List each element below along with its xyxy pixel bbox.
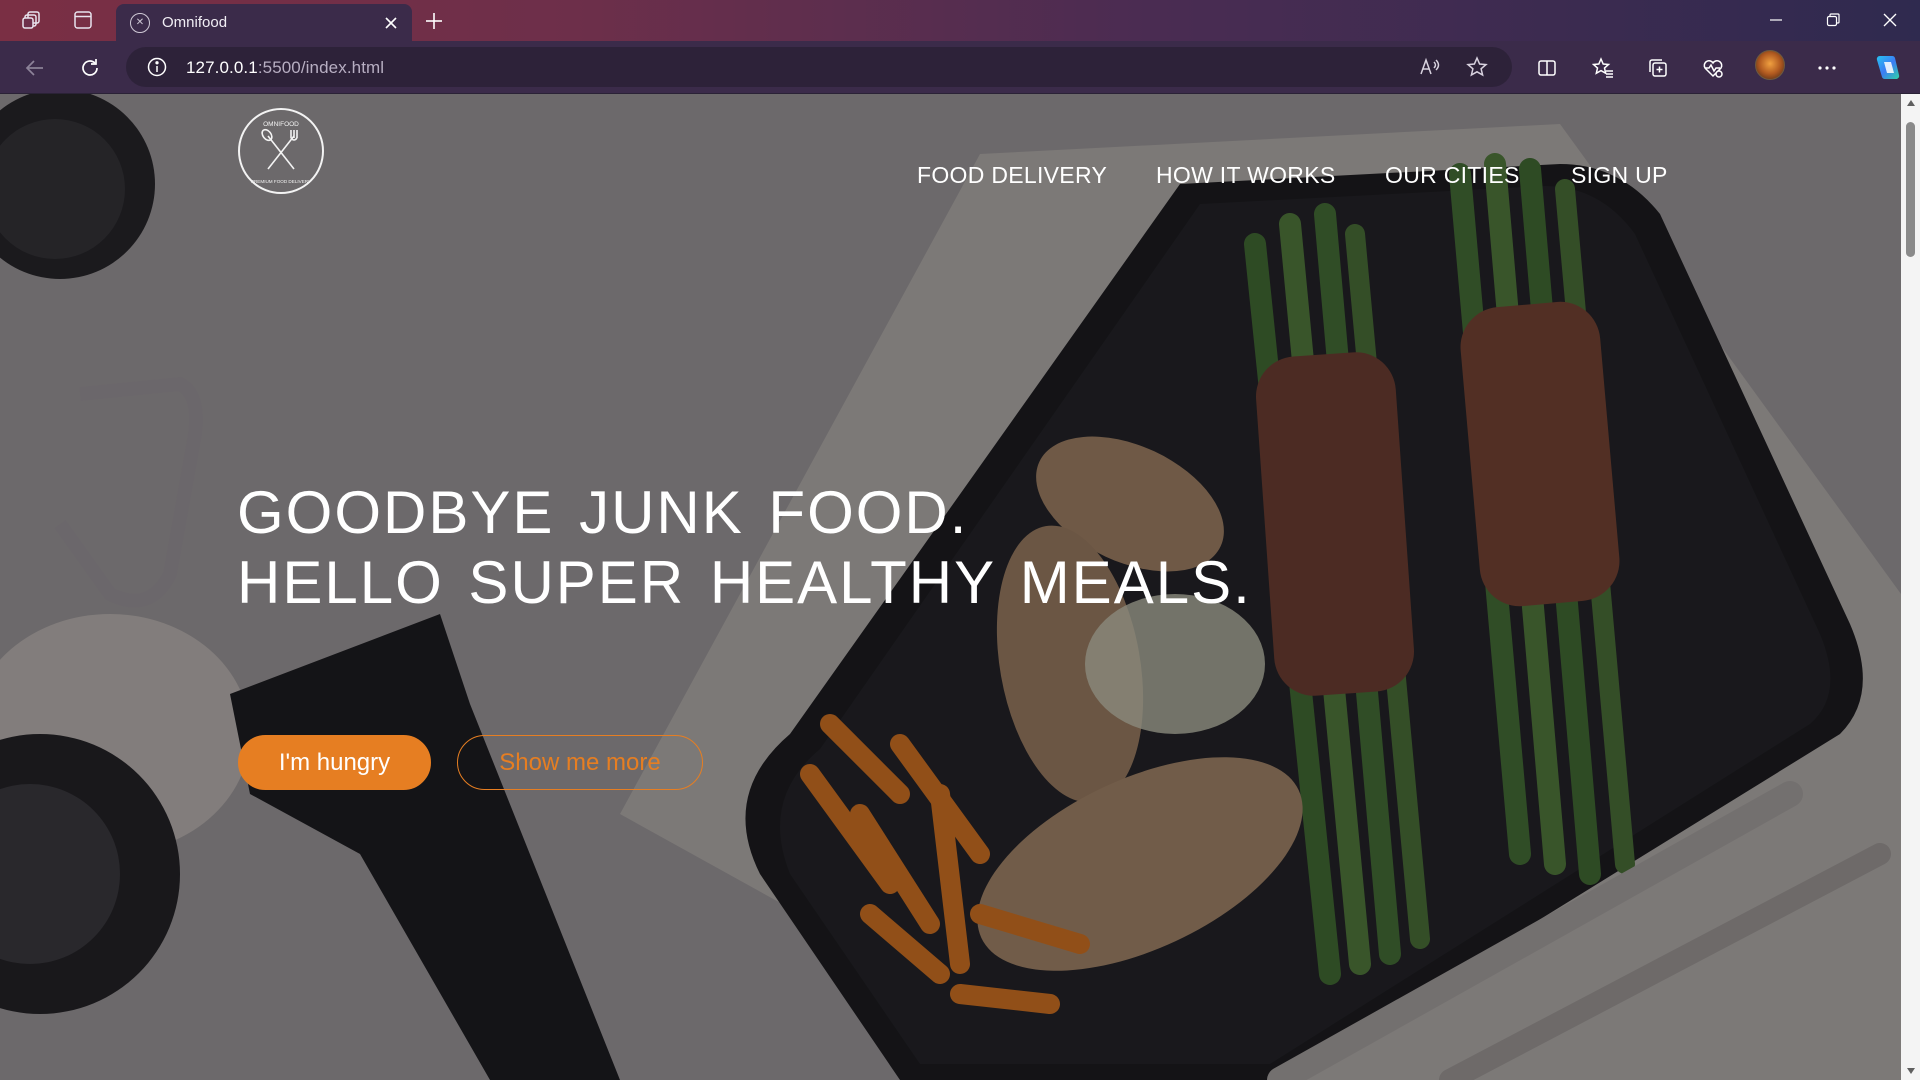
info-icon[interactable] [146, 56, 168, 83]
minimize-icon[interactable] [1748, 0, 1804, 40]
new-tab-icon[interactable] [420, 8, 448, 34]
scroll-up-arrow-icon[interactable] [1901, 94, 1920, 112]
collections-icon[interactable] [1643, 53, 1673, 83]
hero-heading: GOODBYE JUNK FOOD. HELLO SUPER HEALTHY M… [237, 478, 1252, 618]
url-host: 127.0.0.1 [186, 58, 258, 77]
favorites-icon[interactable] [1588, 53, 1618, 83]
tab-title: Omnifood [162, 14, 228, 31]
im-hungry-button[interactable]: I'm hungry [238, 735, 431, 790]
site-favicon-icon: ✕ [130, 12, 150, 33]
browser-tab-strip: ✕ Omnifood [0, 0, 1920, 41]
tab-actions-icon[interactable] [19, 8, 45, 32]
read-aloud-icon[interactable] [1418, 56, 1442, 83]
vertical-tabs-icon[interactable] [70, 8, 96, 32]
url-path: :5500/index.html [257, 58, 385, 77]
logo-top-text: OMNIFOOD [263, 121, 299, 128]
nav-how-it-works[interactable]: HOW IT WORKS [1156, 162, 1336, 189]
page-viewport: OMNIFOOD PREMIUM FOOD DELIVERY FOOD DELI… [0, 94, 1901, 1080]
profile-avatar[interactable] [1755, 50, 1785, 80]
tab-close-icon[interactable] [380, 12, 402, 34]
scrollbar-thumb[interactable] [1906, 122, 1915, 257]
nav-food-delivery[interactable]: FOOD DELIVERY [917, 162, 1107, 189]
logo-bottom-text: PREMIUM FOOD DELIVERY [251, 179, 311, 184]
vertical-scrollbar[interactable] [1901, 94, 1920, 1080]
heart-pulse-icon[interactable] [1698, 53, 1728, 83]
nav-sign-up[interactable]: SIGN UP [1571, 162, 1668, 189]
split-screen-icon[interactable] [1532, 53, 1562, 83]
url-text[interactable]: 127.0.0.1:5500/index.html [186, 58, 384, 78]
browser-toolbar: 127.0.0.1:5500/index.html [0, 41, 1920, 94]
refresh-icon[interactable] [75, 53, 105, 83]
close-window-icon[interactable] [1862, 0, 1918, 40]
restore-icon[interactable] [1805, 0, 1861, 40]
star-icon[interactable] [1466, 56, 1488, 83]
copilot-icon[interactable] [1870, 51, 1906, 85]
omnifood-logo[interactable]: OMNIFOOD PREMIUM FOOD DELIVERY [238, 108, 324, 194]
back-arrow-icon[interactable] [20, 53, 50, 83]
tab-omnifood[interactable]: ✕ Omnifood [116, 4, 412, 41]
scroll-down-arrow-icon[interactable] [1901, 1062, 1920, 1080]
more-icon[interactable] [1812, 53, 1842, 83]
show-me-more-button[interactable]: Show me more [457, 735, 703, 790]
address-bar[interactable]: 127.0.0.1:5500/index.html [126, 47, 1512, 87]
nav-our-cities[interactable]: OUR CITIES [1385, 162, 1520, 189]
hero-heading-line-1: GOODBYE JUNK FOOD. [237, 479, 969, 546]
hero-heading-line-2: HELLO SUPER HEALTHY MEALS. [237, 549, 1252, 616]
